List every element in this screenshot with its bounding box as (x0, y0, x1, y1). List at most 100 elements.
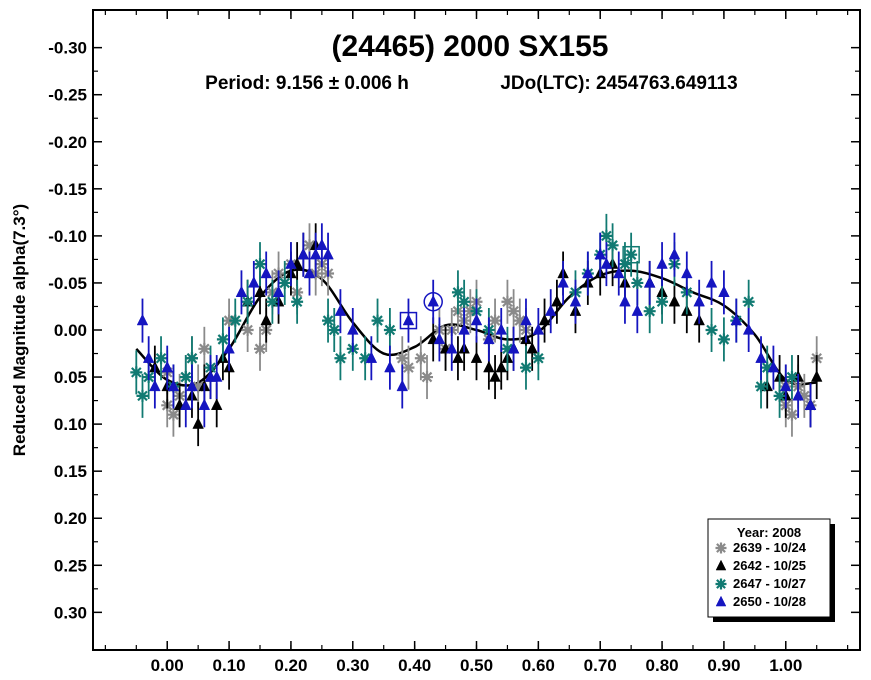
data-point-marker (396, 352, 409, 365)
data-point-marker (179, 371, 192, 384)
legend-item-label: 2642 - 10/25 (733, 558, 806, 573)
lightcurve-chart: -0.30 -0.25 -0.20 -0.15 -0.10 -0.05 0.00 0.05 0.… (10, 9, 861, 675)
data-point-marker (715, 542, 727, 554)
x-tick-label: 0.90 (707, 656, 740, 675)
x-tick-label: 0.20 (274, 656, 307, 675)
data-point-marker (715, 578, 727, 590)
data-point (693, 279, 705, 324)
data-point (489, 355, 501, 400)
data-point-marker (216, 333, 229, 346)
data-point (383, 308, 396, 352)
data-points-layer (130, 213, 823, 447)
x-tick-label: 0.40 (398, 656, 431, 675)
data-point-marker (260, 313, 272, 326)
data-point-marker (198, 398, 211, 410)
data-point (507, 289, 520, 334)
data-point-marker (322, 314, 335, 327)
data-point-marker (452, 351, 464, 363)
data-point-marker (619, 294, 631, 307)
data-point (656, 279, 669, 324)
data-point (606, 223, 619, 268)
series-2 (149, 223, 823, 447)
data-point-marker (384, 360, 396, 373)
data-point-marker (198, 342, 211, 355)
data-point-marker (229, 314, 242, 327)
data-point-marker (631, 304, 644, 316)
data-point-marker (810, 370, 823, 382)
data-point-marker (185, 352, 198, 365)
x-tick-label: 1.00 (769, 656, 802, 675)
data-point (452, 336, 464, 381)
data-point (618, 242, 631, 287)
data-point-marker (532, 352, 545, 365)
x-tick-label: 0.00 (151, 656, 184, 675)
data-point-marker (742, 295, 755, 308)
data-point-marker (235, 285, 248, 298)
data-point-marker (643, 305, 656, 318)
data-point (569, 279, 582, 324)
data-point-marker (130, 366, 143, 379)
data-point-marker (489, 370, 501, 382)
data-point-marker (149, 379, 161, 392)
data-point-marker (631, 276, 644, 289)
data-point-marker (371, 314, 384, 327)
data-point (402, 298, 415, 343)
data-point (334, 336, 347, 381)
y-tick-label: -0.10 (48, 227, 87, 246)
y-tick-label: 0.00 (54, 321, 87, 340)
data-point-marker (167, 408, 180, 421)
data-point-marker (507, 305, 520, 318)
data-point-marker (656, 295, 669, 308)
y-tick-label: -0.30 (48, 39, 87, 58)
data-point-marker (495, 360, 508, 373)
data-point-marker (458, 295, 471, 308)
y-tick-label: -0.15 (48, 180, 87, 199)
chart-subtitle-period: Period: 9.156 ± 0.006 h (205, 73, 409, 94)
data-point (229, 298, 242, 343)
data-point-marker (600, 229, 613, 242)
y-axis-label: Reduced Magnitude alpha(7.3°) (10, 204, 29, 456)
data-point (668, 232, 681, 277)
data-point (235, 270, 248, 315)
data-point (470, 336, 483, 381)
data-point-marker (755, 351, 767, 363)
data-point-marker (278, 276, 291, 289)
data-point-marker (705, 276, 718, 288)
data-point (130, 350, 143, 395)
data-point-marker (785, 371, 798, 384)
y-tick-label: -0.20 (48, 133, 87, 152)
data-point-marker (136, 313, 149, 326)
data-point-marker (643, 276, 656, 288)
y-tick-label: -0.05 (48, 274, 87, 293)
x-tick-label: 0.50 (460, 656, 493, 675)
data-point (384, 345, 396, 390)
data-point-marker (538, 313, 551, 326)
y-tick-label: 0.20 (54, 509, 87, 528)
data-point-marker (495, 323, 508, 335)
data-point-marker (501, 295, 514, 308)
data-point-marker (656, 257, 668, 269)
data-point-marker (606, 239, 619, 252)
data-point-marker (470, 351, 483, 363)
data-point (544, 289, 557, 334)
data-point (755, 336, 767, 381)
data-point-marker (248, 276, 260, 288)
data-point-marker (254, 342, 267, 355)
y-tick-label: 0.25 (54, 556, 87, 575)
data-point-marker (519, 361, 532, 374)
legend-item-label: 2650 - 10/28 (733, 594, 806, 609)
data-point-marker (681, 266, 693, 279)
data-point-marker (322, 247, 334, 260)
data-point-marker (551, 294, 563, 307)
data-point (291, 279, 304, 324)
data-point-marker (161, 360, 173, 373)
data-point-marker (241, 324, 254, 336)
data-point-marker (755, 380, 768, 393)
data-point-marker (544, 304, 557, 316)
data-point-marker (291, 295, 304, 308)
data-point-marker (192, 417, 204, 429)
y-tick-label: 0.10 (54, 415, 87, 434)
data-point-marker (717, 333, 730, 346)
data-point (717, 317, 730, 362)
legend: Year: 2008 2639 - 10/24 2642 - 10/25 2647 … (707, 518, 835, 622)
